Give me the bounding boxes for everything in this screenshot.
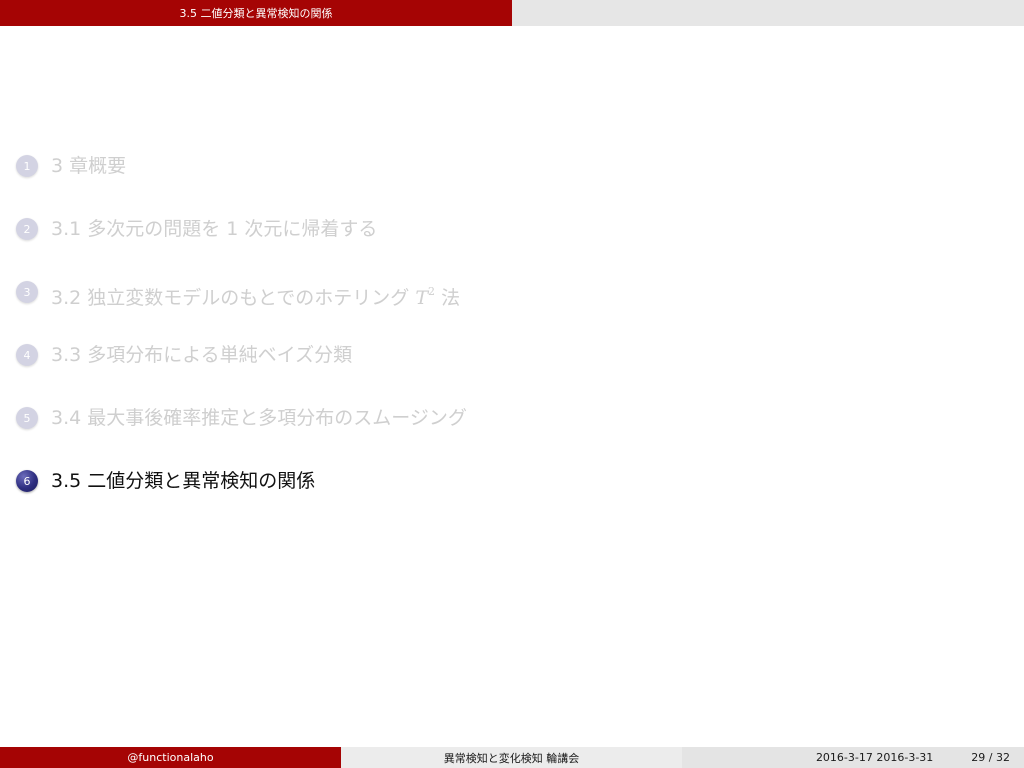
outline-item-5[interactable]: 5 3.4 最大事後確率推定と多項分布のスムージング (16, 402, 467, 465)
header-bar: 3.5 二値分類と異常検知の関係 (0, 0, 1024, 26)
footer-bar: @functionalaho 異常検知と変化検知 輪講会 2016-3-17 2… (0, 747, 1024, 768)
outline-item-1[interactable]: 1 3 章概要 (16, 150, 467, 213)
page-number: 29 / 32 (971, 751, 1010, 764)
outline-item-3[interactable]: 3 3.2 独立変数モデルのもとでのホテリング T2 法 (16, 276, 467, 339)
outline-item-label-prefix: 3.2 独立変数モデルのもとでのホテリング (51, 287, 416, 309)
outline-item-4[interactable]: 4 3.3 多項分布による単純ベイズ分類 (16, 339, 467, 402)
footer-author: @functionalaho (0, 747, 341, 768)
number-bullet-icon: 6 (16, 470, 38, 492)
outline-item-label: 3.1 多次元の問題を 1 次元に帰着する (51, 218, 378, 240)
number-bullet-icon: 3 (16, 281, 38, 303)
number-bullet-icon: 2 (16, 218, 38, 240)
math-superscript: 2 (428, 285, 436, 298)
number-bullet-icon: 1 (16, 155, 38, 177)
number-bullet-icon: 5 (16, 407, 38, 429)
outline-item-label: 3.3 多項分布による単純ベイズ分類 (51, 344, 353, 366)
outline-item-label: 3.4 最大事後確率推定と多項分布のスムージング (51, 407, 467, 429)
outline-list: 1 3 章概要 2 3.1 多次元の問題を 1 次元に帰着する 3 3.2 独立… (16, 150, 467, 528)
outline-item-label-suffix: 法 (435, 287, 461, 309)
number-bullet-icon: 4 (16, 344, 38, 366)
outline-item-6[interactable]: 6 3.5 二値分類と異常検知の関係 (16, 465, 467, 528)
footer-date: 2016-3-17 2016-3-31 (815, 751, 934, 764)
math-symbol: T (415, 287, 429, 309)
outline-item-label: 3.2 独立変数モデルのもとでのホテリング T2 法 (51, 276, 460, 314)
footer-info: 2016-3-17 2016-3-31 29 / 32 (682, 747, 1024, 768)
header-filler (512, 0, 1024, 26)
outline-item-2[interactable]: 2 3.1 多次元の問題を 1 次元に帰着する (16, 213, 467, 276)
footer-title: 異常検知と変化検知 輪講会 (341, 747, 682, 768)
outline-item-label: 3 章概要 (51, 155, 127, 177)
outline-item-label: 3.5 二値分類と異常検知の関係 (51, 470, 316, 492)
section-title[interactable]: 3.5 二値分類と異常検知の関係 (0, 0, 512, 26)
